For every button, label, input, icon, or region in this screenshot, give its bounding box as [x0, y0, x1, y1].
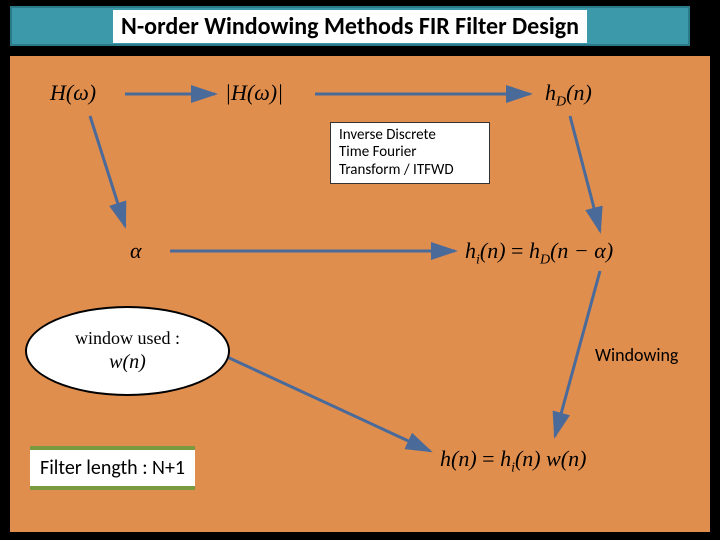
- ellipse-window: window used : w(n): [25, 306, 230, 396]
- diagram-panel: H(ω) |H(ω)| hD(n) Inverse DiscreteTime F…: [10, 56, 710, 532]
- node-hD: hD(n): [545, 80, 592, 110]
- node-absH: |H(ω)|: [225, 80, 283, 106]
- label-itfwd: Inverse DiscreteTime FourierTransform / …: [330, 122, 490, 184]
- node-H: H(ω): [50, 80, 96, 106]
- formula-absH: |H(ω)|: [225, 80, 283, 105]
- ellipse-line2: w(n): [109, 351, 146, 374]
- title-bar: N-order Windowing Methods FIR Filter Des…: [10, 6, 690, 46]
- ellipse-line1: window used :: [75, 328, 180, 349]
- node-alpha: α: [130, 238, 142, 264]
- node-h-eq: h(n) = hi(n) w(n): [440, 446, 586, 476]
- formula-H: H(ω): [50, 80, 96, 105]
- formula-alpha: α: [130, 238, 142, 263]
- label-windowing: Windowing: [595, 344, 678, 366]
- node-hi-eq: hi(n) = hD(n − α): [465, 238, 613, 268]
- label-itfwd-text: Inverse DiscreteTime FourierTransform / …: [339, 126, 454, 179]
- label-filter-length: Filter length : N+1: [30, 446, 195, 490]
- page-title: N-order Windowing Methods FIR Filter Des…: [113, 10, 587, 43]
